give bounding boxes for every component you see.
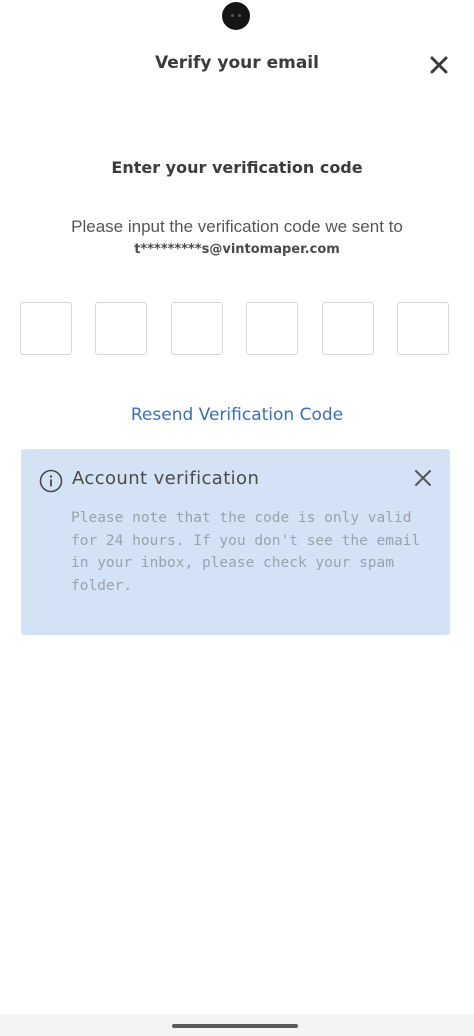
code-digit-3[interactable] <box>171 302 223 355</box>
notice-close-button[interactable] <box>412 467 434 489</box>
page-title: Verify your email <box>155 53 319 73</box>
front-camera <box>222 2 250 30</box>
code-digit-5[interactable] <box>322 302 374 355</box>
verification-code-input-group <box>20 302 450 357</box>
code-digit-6[interactable] <box>397 302 449 355</box>
notice-body: Please note that the code is only valid … <box>71 510 421 594</box>
account-verification-notice: Account verification Please note that th… <box>21 449 450 635</box>
notice-title: Account verification <box>72 468 260 489</box>
code-digit-2[interactable] <box>95 302 147 355</box>
resend-code-link[interactable]: Resend Verification Code <box>0 405 474 425</box>
close-button[interactable] <box>426 52 452 78</box>
info-icon <box>39 469 63 493</box>
masked-email: t*********s@vintomaper.com <box>134 242 340 257</box>
code-digit-4[interactable] <box>246 302 298 355</box>
instruction-text: Please input the verification code we se… <box>71 217 403 236</box>
code-digit-1[interactable] <box>20 302 72 355</box>
close-icon <box>415 470 431 486</box>
home-indicator[interactable] <box>172 1024 298 1028</box>
camera-lens <box>231 13 241 19</box>
verification-heading: Enter your verification code <box>111 158 363 177</box>
close-icon <box>430 56 448 74</box>
